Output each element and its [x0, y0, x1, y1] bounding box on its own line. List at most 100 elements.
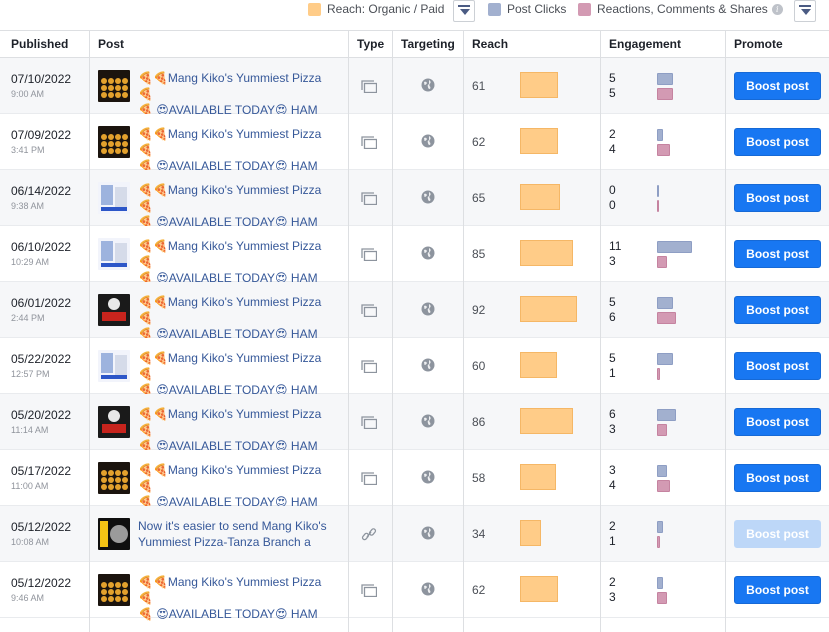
post-text-line: 🍕🍕Mang Kiko's Yummiest Pizza 🍕 [138, 463, 322, 493]
table-row[interactable]: 06/14/2022 9:38 AM 🍕🍕Mang Kiko's Yummies… [0, 170, 829, 229]
post-text-line: Now it's easier to send Mang Kiko's [138, 519, 327, 533]
engagement-dropdown-button[interactable] [794, 0, 816, 22]
post-thumbnail[interactable] [98, 238, 130, 270]
post-thumbnail[interactable] [98, 294, 130, 326]
reactions-bar [657, 592, 667, 604]
reach-value: 85 [472, 247, 486, 261]
table-row[interactable]: 07/09/2022 3:41 PM 🍕🍕Mang Kiko's Yummies… [0, 114, 829, 173]
clicks-bar [657, 353, 673, 365]
divider [89, 30, 90, 632]
table-row[interactable]: 05/12/2022 9:46 AM 🍕🍕Mang Kiko's Yummies… [0, 562, 829, 621]
published-date: 07/10/2022 [11, 72, 72, 86]
table-row[interactable]: 05/22/2022 12:57 PM 🍕🍕Mang Kiko's Yummie… [0, 338, 829, 397]
post-text-link[interactable]: 🍕🍕Mang Kiko's Yummiest Pizza 🍕 🍕 😍AVAILA… [138, 238, 338, 286]
boost-post-button[interactable]: Boost post [734, 128, 821, 156]
reactions-swatch [578, 2, 591, 16]
reactions-value: 3 [609, 422, 616, 436]
post-text-link[interactable]: Now it's easier to send Mang Kiko's Yumm… [138, 518, 338, 550]
globe-icon [421, 246, 435, 260]
post-text-link[interactable]: 🍕🍕Mang Kiko's Yummiest Pizza 🍕 🍕 😍AVAILA… [138, 462, 338, 510]
post-thumbnail[interactable] [98, 518, 130, 550]
post-text-line: 🍕🍕Mang Kiko's Yummiest Pizza 🍕 [138, 127, 322, 157]
col-promote[interactable]: Promote [725, 31, 783, 58]
globe-icon [421, 582, 435, 596]
reach-value: 62 [472, 583, 486, 597]
boost-post-button[interactable]: Boost post [734, 184, 821, 212]
post-text-link[interactable]: 🍕🍕Mang Kiko's Yummiest Pizza 🍕 🍕 😍AVAILA… [138, 406, 338, 454]
table-row[interactable]: 06/01/2022 2:44 PM 🍕🍕Mang Kiko's Yummies… [0, 282, 829, 341]
col-type[interactable]: Type [348, 31, 384, 58]
boost-post-button[interactable]: Boost post [734, 240, 821, 268]
table-row[interactable]: 05/17/2022 11:00 AM 🍕🍕Mang Kiko's Yummie… [0, 450, 829, 509]
col-published[interactable]: Published [2, 31, 68, 58]
reactions-value: 3 [609, 590, 616, 604]
col-reach[interactable]: Reach [463, 31, 508, 58]
legend-reactions: Reactions, Comments & Shares i [578, 2, 783, 16]
table-row[interactable]: 06/10/2022 10:29 AM 🍕🍕Mang Kiko's Yummie… [0, 226, 829, 285]
post-text-line: 🍕🍕Mang Kiko's Yummiest Pizza 🍕 [138, 351, 322, 381]
table-header: Published Post Type Targeting Reach Enga… [0, 30, 829, 58]
col-post[interactable]: Post [89, 31, 124, 58]
clicks-bar [657, 241, 692, 253]
reactions-bar [657, 424, 667, 436]
divider [348, 30, 349, 632]
clicks-bar [657, 465, 667, 477]
published-date: 07/09/2022 [11, 128, 72, 142]
table-row[interactable]: 05/12/2022 10:08 AM Now it's easier to s… [0, 506, 829, 562]
reach-dropdown-button[interactable] [453, 0, 475, 22]
link-icon [361, 528, 377, 541]
col-targeting[interactable]: Targeting [392, 31, 455, 58]
published-time: 10:29 AM [11, 257, 50, 267]
boost-post-button[interactable]: Boost post [734, 576, 821, 604]
post-thumbnail[interactable] [98, 182, 130, 214]
post-text-line: 🍕 😍AVAILABLE TODAY😍 HAM [138, 607, 318, 621]
post-thumbnail[interactable] [98, 462, 130, 494]
posts-table: Published Post Type Targeting Reach Enga… [0, 30, 829, 621]
post-text-link[interactable]: 🍕🍕Mang Kiko's Yummiest Pizza 🍕 🍕 😍AVAILA… [138, 350, 338, 398]
globe-icon [421, 190, 435, 204]
post-text-link[interactable]: 🍕🍕Mang Kiko's Yummiest Pizza 🍕 🍕 😍AVAILA… [138, 126, 338, 174]
post-thumbnail[interactable] [98, 574, 130, 606]
reactions-bar [657, 368, 660, 380]
boost-post-button[interactable]: Boost post [734, 296, 821, 324]
globe-icon [421, 78, 435, 92]
reach-bar [520, 296, 577, 322]
boost-post-button[interactable]: Boost post [734, 352, 821, 380]
published-date: 06/10/2022 [11, 240, 72, 254]
reactions-bar [657, 536, 660, 548]
reach-value: 61 [472, 79, 486, 93]
info-icon[interactable]: i [771, 3, 783, 15]
reactions-bar [657, 312, 676, 324]
reach-bar [520, 576, 558, 602]
table-row[interactable]: 05/20/2022 11:14 AM 🍕🍕Mang Kiko's Yummie… [0, 394, 829, 453]
reach-value: 92 [472, 303, 486, 317]
reactions-value: 1 [609, 366, 616, 380]
album-icon [361, 80, 377, 93]
boost-post-button[interactable]: Boost post [734, 520, 821, 548]
post-thumbnail[interactable] [98, 126, 130, 158]
reach-swatch [308, 2, 321, 16]
post-text-link[interactable]: 🍕🍕Mang Kiko's Yummiest Pizza 🍕 🍕 😍AVAILA… [138, 574, 338, 622]
post-text-link[interactable]: 🍕🍕Mang Kiko's Yummiest Pizza 🍕 🍕 😍AVAILA… [138, 182, 338, 230]
post-thumbnail[interactable] [98, 70, 130, 102]
post-text-link[interactable]: 🍕🍕Mang Kiko's Yummiest Pizza 🍕 🍕 😍AVAILA… [138, 294, 338, 342]
boost-post-button[interactable]: Boost post [734, 408, 821, 436]
boost-post-button[interactable]: Boost post [734, 464, 821, 492]
post-thumbnail[interactable] [98, 406, 130, 438]
boost-post-button[interactable]: Boost post [734, 72, 821, 100]
reactions-bar [657, 256, 667, 268]
globe-icon [421, 358, 435, 372]
globe-icon [421, 470, 435, 484]
published-time: 11:00 AM [11, 481, 49, 491]
post-text-link[interactable]: 🍕🍕Mang Kiko's Yummiest Pizza 🍕 🍕 😍AVAILA… [138, 70, 338, 118]
legend-reach: Reach: Organic / Paid [308, 2, 444, 16]
col-engagement[interactable]: Engagement [600, 31, 681, 58]
globe-icon [421, 302, 435, 316]
reach-bar [520, 184, 560, 210]
reactions-value: 3 [609, 254, 616, 268]
reactions-bar [657, 200, 659, 212]
post-thumbnail[interactable] [98, 350, 130, 382]
clicks-bar [657, 73, 673, 85]
table-row[interactable]: 07/10/2022 9:00 AM 🍕🍕Mang Kiko's Yummies… [0, 58, 829, 117]
published-time: 12:57 PM [11, 369, 50, 379]
